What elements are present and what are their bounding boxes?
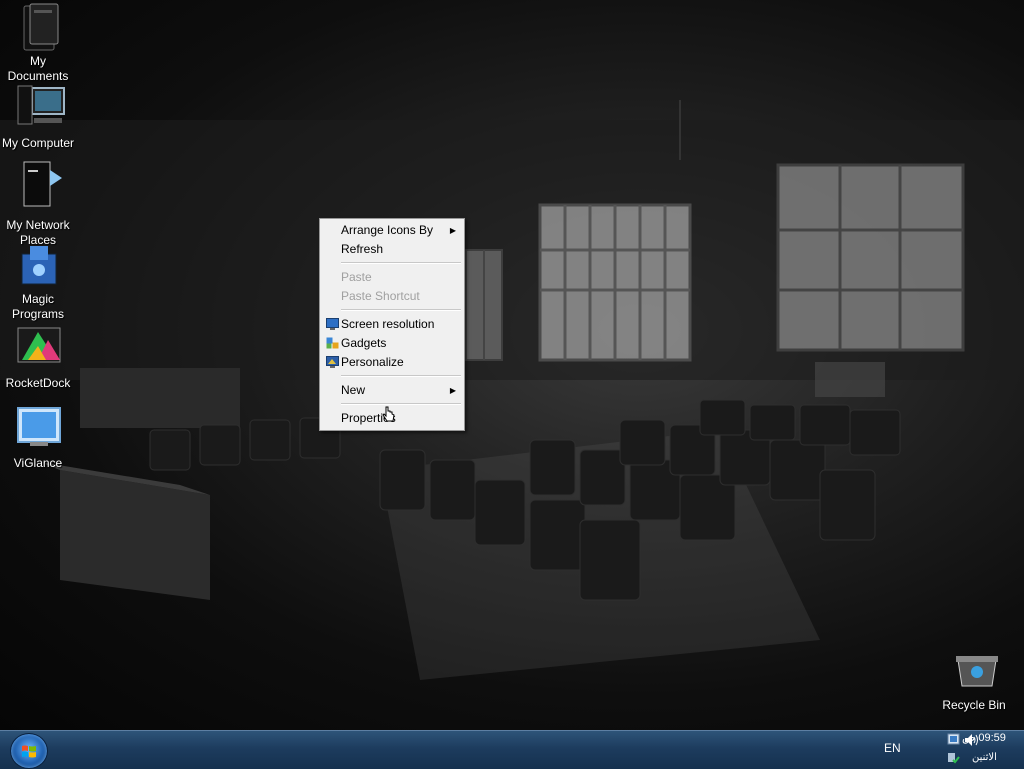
wallpaper-radiator bbox=[815, 362, 885, 397]
icon-label-line2: Programs bbox=[11, 307, 64, 321]
start-button[interactable] bbox=[10, 733, 48, 769]
network-tray-icon[interactable] bbox=[947, 733, 961, 747]
menu-separator bbox=[341, 403, 461, 405]
clock-day[interactable]: الاثنين bbox=[972, 752, 997, 763]
menu-item-paste-shortcut[interactable]: Paste Shortcut bbox=[322, 287, 462, 306]
icon-label-line1: RocketDock bbox=[5, 376, 71, 390]
desktop-icon-my-documents[interactable]: My Documents bbox=[0, 2, 76, 84]
mouse-pointer-icon bbox=[382, 406, 395, 422]
computer-icon bbox=[16, 84, 65, 128]
submenu-arrow-icon: ▶ bbox=[449, 386, 456, 395]
viglance-icon bbox=[16, 406, 61, 450]
recycle-bin-icon bbox=[952, 652, 998, 696]
menu-item-label: Arrange Icons By bbox=[341, 223, 434, 237]
wallpaper-scene bbox=[0, 100, 1024, 680]
personalize-icon bbox=[326, 356, 339, 368]
screen-resolution-icon bbox=[326, 318, 339, 330]
desktop-icon-my-network-places[interactable]: My Network Places bbox=[0, 160, 76, 248]
desktop-wallpaper[interactable] bbox=[0, 0, 1024, 730]
icon-label-line1: My bbox=[30, 54, 46, 68]
menu-item-label: Paste Shortcut bbox=[341, 289, 420, 303]
magic-programs-icon bbox=[16, 244, 60, 288]
menu-item-paste[interactable]: Paste bbox=[322, 268, 462, 287]
desktop-icon-rocketdock[interactable]: RocketDock bbox=[0, 326, 76, 391]
clock-time[interactable]: 09:59 ص bbox=[962, 731, 1006, 744]
icon-label-line1: My Computer bbox=[1, 136, 75, 150]
network-places-icon bbox=[16, 160, 62, 207]
menu-separator bbox=[341, 375, 461, 377]
desktop-icon-magic-programs[interactable]: Magic Programs bbox=[0, 244, 76, 322]
desktop-context-menu: Arrange Icons By ▶ Refresh Paste Paste S… bbox=[319, 218, 465, 431]
icon-label-line2: Documents bbox=[7, 69, 69, 83]
icon-label-line1: Recycle Bin bbox=[942, 698, 1006, 712]
menu-item-refresh[interactable]: Refresh bbox=[322, 240, 462, 259]
desktop-icon-recycle-bin[interactable]: Recycle Bin bbox=[936, 652, 1012, 713]
windows-start-orb-icon bbox=[22, 745, 36, 758]
rocketdock-icon bbox=[16, 326, 61, 370]
taskbar bbox=[0, 730, 1024, 769]
submenu-arrow-icon: ▶ bbox=[449, 226, 456, 235]
gadgets-icon bbox=[326, 337, 339, 349]
icon-label-line1: ViGlance bbox=[13, 456, 63, 470]
desktop-icon-viglance[interactable]: ViGlance bbox=[0, 406, 76, 471]
menu-item-arrange-icons-by[interactable]: Arrange Icons By ▶ bbox=[322, 221, 462, 240]
menu-item-label: Refresh bbox=[341, 242, 384, 256]
menu-item-personalize[interactable]: Personalize bbox=[322, 353, 462, 372]
icon-label-line1: My Network bbox=[6, 218, 70, 232]
menu-item-label: Gadgets bbox=[341, 336, 387, 350]
wallpaper-desk bbox=[40, 462, 210, 600]
security-shield-icon[interactable] bbox=[947, 752, 961, 764]
icon-label-line1: Magic bbox=[21, 292, 54, 306]
desktop-icon-my-computer[interactable]: My Computer bbox=[0, 84, 76, 151]
menu-separator bbox=[341, 309, 461, 311]
menu-item-gadgets[interactable]: Gadgets bbox=[322, 334, 462, 353]
wallpaper-window-small bbox=[465, 249, 503, 361]
menu-item-label: New bbox=[341, 383, 366, 397]
menu-separator bbox=[341, 262, 461, 264]
menu-item-new[interactable]: New ▶ bbox=[322, 381, 462, 400]
my-documents-icon bbox=[16, 2, 60, 51]
menu-item-label: Paste bbox=[341, 270, 372, 284]
menu-item-label: Personalize bbox=[341, 355, 404, 369]
language-indicator[interactable]: EN bbox=[884, 741, 901, 755]
wallpaper-window-left bbox=[538, 203, 692, 362]
menu-item-screen-resolution[interactable]: Screen resolution bbox=[322, 315, 462, 334]
wallpaper-window-right bbox=[776, 163, 965, 352]
menu-item-label: Screen resolution bbox=[341, 317, 435, 331]
